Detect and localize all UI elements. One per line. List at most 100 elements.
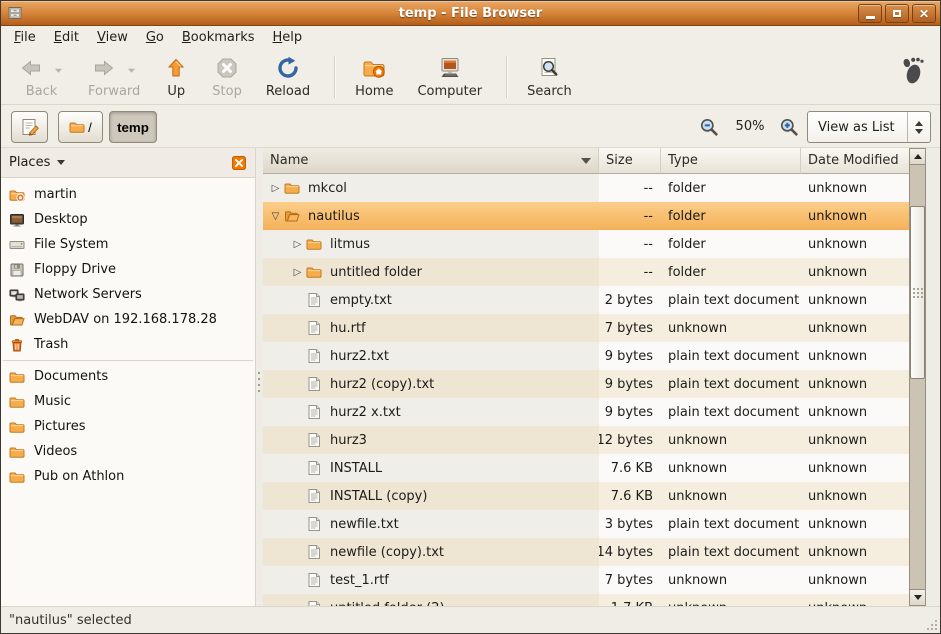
menu-go[interactable]: Go bbox=[137, 27, 173, 49]
file-row[interactable]: ▷untitled folder--folderunknown bbox=[263, 258, 909, 286]
status-text: "nautilus" selected bbox=[9, 613, 132, 628]
sidebar-item-label: martin bbox=[34, 187, 77, 202]
sidebar-item-documents[interactable]: Documents bbox=[1, 364, 255, 389]
view-mode-select[interactable]: View as List bbox=[807, 111, 931, 143]
scrollbar-thumb[interactable] bbox=[910, 206, 925, 379]
text-file-icon bbox=[306, 432, 322, 448]
file-row[interactable]: hurz2.txt9 bytesplain text documentunkno… bbox=[263, 342, 909, 370]
file-row[interactable]: INSTALL7.6 KBunknownunknown bbox=[263, 454, 909, 482]
menu-edit[interactable]: Edit bbox=[45, 27, 88, 49]
reload-button[interactable]: Reload bbox=[256, 53, 320, 101]
menu-view[interactable]: View bbox=[88, 27, 137, 49]
scrollbar-trough[interactable] bbox=[909, 165, 926, 589]
file-row[interactable]: empty.txt2 bytesplain text documentunkno… bbox=[263, 286, 909, 314]
toolbar-label: Forward bbox=[88, 84, 140, 99]
sidebar-item-network-servers[interactable]: Network Servers bbox=[1, 282, 255, 307]
edit-location-button[interactable] bbox=[11, 111, 48, 143]
column-header-size[interactable]: Size bbox=[599, 148, 661, 174]
current-folder-button[interactable]: temp bbox=[109, 111, 157, 143]
computer-button[interactable]: Computer bbox=[407, 53, 492, 101]
file-name: hurz3 bbox=[330, 433, 367, 448]
up-button[interactable]: Up bbox=[154, 53, 198, 101]
expander-collapsed-icon[interactable]: ▷ bbox=[267, 183, 284, 194]
file-row[interactable]: hu.rtf7 bytesunknownunknown bbox=[263, 314, 909, 342]
expander-expanded-icon[interactable]: ▽ bbox=[267, 211, 284, 222]
pane-splitter[interactable] bbox=[256, 148, 263, 606]
sidebar-item-file-system[interactable]: File System bbox=[1, 232, 255, 257]
file-date-modified: unknown bbox=[801, 566, 909, 594]
file-date-modified: unknown bbox=[801, 230, 909, 258]
zoom-in-button[interactable] bbox=[779, 117, 799, 137]
sidebar-item-music[interactable]: Music bbox=[1, 389, 255, 414]
toolbar-separator bbox=[334, 56, 335, 98]
scroll-down-button[interactable] bbox=[909, 589, 926, 606]
file-row[interactable]: newfile.txt3 bytesplain text documentunk… bbox=[263, 510, 909, 538]
home-icon bbox=[362, 56, 386, 80]
file-row[interactable]: untitled folder (2)1.7 KBunknownunknown bbox=[263, 594, 909, 606]
file-row[interactable]: newfile (copy).txt14 bytesplain text doc… bbox=[263, 538, 909, 566]
column-header-type[interactable]: Type bbox=[661, 148, 801, 174]
scroll-up-button[interactable] bbox=[909, 148, 926, 165]
sidebar-close-button[interactable] bbox=[232, 155, 247, 170]
splitter-grip-icon bbox=[258, 372, 260, 374]
places-dropdown[interactable]: Places bbox=[9, 155, 232, 170]
file-row[interactable]: ▽nautilus--folderunknown bbox=[263, 202, 909, 230]
file-name: INSTALL bbox=[330, 461, 382, 476]
menu-file[interactable]: File bbox=[5, 27, 45, 49]
forward-arrow-icon bbox=[92, 56, 116, 80]
maximize-button[interactable] bbox=[885, 4, 909, 23]
window-buttons: ✕ bbox=[858, 4, 936, 23]
menu-bookmarks[interactable]: Bookmarks bbox=[173, 27, 264, 49]
column-header-date-modified[interactable]: Date Modified bbox=[801, 148, 909, 174]
file-name: INSTALL (copy) bbox=[330, 489, 427, 504]
sidebar-item-desktop[interactable]: Desktop bbox=[1, 207, 255, 232]
root-path-button[interactable]: / bbox=[58, 111, 103, 143]
sidebar-item-pictures[interactable]: Pictures bbox=[1, 414, 255, 439]
file-row[interactable]: INSTALL (copy)7.6 KBunknownunknown bbox=[263, 482, 909, 510]
search-button[interactable]: Search bbox=[517, 53, 582, 101]
vertical-scrollbar[interactable] bbox=[909, 148, 926, 606]
text-file-icon bbox=[306, 460, 322, 476]
text-file-icon bbox=[306, 572, 322, 588]
scroll-down-icon bbox=[914, 595, 922, 600]
file-type: unknown bbox=[661, 482, 801, 510]
file-row[interactable]: hurz2 x.txt9 bytesplain text documentunk… bbox=[263, 398, 909, 426]
titlebar[interactable]: temp - File Browser ✕ bbox=[1, 1, 940, 26]
file-row[interactable]: hurz2 (copy).txt9 bytesplain text docume… bbox=[263, 370, 909, 398]
file-row[interactable]: test_1.rtf7 bytesunknownunknown bbox=[263, 566, 909, 594]
search-icon bbox=[537, 56, 561, 80]
file-row[interactable]: ▷litmus--folderunknown bbox=[263, 230, 909, 258]
zoom-out-button[interactable] bbox=[699, 117, 719, 137]
folder-icon bbox=[284, 180, 300, 196]
file-type: plain text document bbox=[661, 398, 801, 426]
close-button[interactable]: ✕ bbox=[912, 4, 936, 23]
minimize-button[interactable] bbox=[858, 4, 882, 23]
toolbar-label: Up bbox=[167, 84, 185, 99]
sidebar-item-label: WebDAV on 192.168.178.28 bbox=[34, 312, 217, 327]
sidebar-item-webdav-on-192-168-178-28[interactable]: WebDAV on 192.168.178.28 bbox=[1, 307, 255, 332]
toolbar-label: Reload bbox=[266, 84, 310, 99]
sidebar-item-martin[interactable]: martin bbox=[1, 182, 255, 207]
sidebar-item-trash[interactable]: Trash bbox=[1, 332, 255, 357]
folder-icon bbox=[9, 469, 25, 485]
file-row[interactable]: hurz312 bytesunknownunknown bbox=[263, 426, 909, 454]
home-button[interactable]: Home bbox=[345, 53, 403, 101]
sidebar-item-videos[interactable]: Videos bbox=[1, 439, 255, 464]
places-label: Places bbox=[9, 155, 50, 170]
sidebar-item-floppy-drive[interactable]: Floppy Drive bbox=[1, 257, 255, 282]
file-size: 7 bytes bbox=[599, 566, 661, 594]
view-mode-spinner[interactable] bbox=[907, 112, 930, 142]
menu-help[interactable]: Help bbox=[264, 27, 312, 49]
folder-open-icon bbox=[284, 208, 300, 224]
status-bar: "nautilus" selected bbox=[1, 606, 940, 633]
file-name: mkcol bbox=[308, 181, 347, 196]
file-name: hurz2.txt bbox=[330, 349, 389, 364]
expander-collapsed-icon[interactable]: ▷ bbox=[289, 239, 306, 250]
view-mode-label: View as List bbox=[808, 120, 907, 135]
resize-grip[interactable] bbox=[925, 618, 937, 630]
sidebar-item-pub-on-athlon[interactable]: Pub on Athlon bbox=[1, 464, 255, 489]
sidebar-item-label: File System bbox=[34, 237, 108, 252]
column-header-name[interactable]: Name bbox=[263, 148, 599, 174]
expander-collapsed-icon[interactable]: ▷ bbox=[289, 267, 306, 278]
file-row[interactable]: ▷mkcol--folderunknown bbox=[263, 174, 909, 202]
